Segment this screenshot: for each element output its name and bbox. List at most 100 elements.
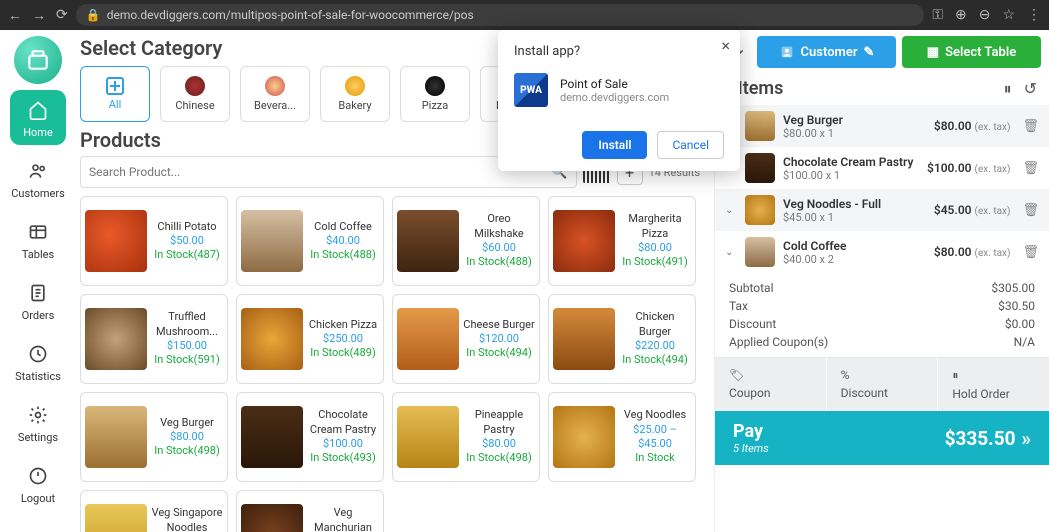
product-name: Cold Coffee bbox=[314, 220, 372, 234]
back-icon[interactable]: ← bbox=[8, 7, 22, 24]
product-image bbox=[85, 210, 147, 272]
product-image bbox=[397, 308, 459, 370]
sidebar-item-label: Home bbox=[23, 126, 53, 139]
product-card[interactable]: Veg Manchurian$30.00 – $50.00 bbox=[236, 490, 384, 532]
pay-button[interactable]: Pay 5 Items $335.50» bbox=[715, 411, 1049, 465]
edit-icon: ✎ bbox=[864, 45, 875, 60]
hold-button[interactable]: ⏸Hold Order bbox=[938, 358, 1049, 411]
category-bakery[interactable]: Bakery bbox=[320, 66, 390, 122]
product-image bbox=[241, 308, 303, 370]
product-image bbox=[241, 504, 303, 532]
cart-item-image bbox=[745, 111, 775, 141]
cart-item[interactable]: ⌄Chocolate Cream Pastry$100.00 x 1$100.0… bbox=[715, 147, 1049, 189]
key-icon[interactable]: ⚿ bbox=[932, 7, 943, 23]
install-icon[interactable]: ⊕ bbox=[955, 7, 967, 23]
sidebar-item-logout[interactable]: Logout bbox=[10, 456, 66, 511]
delete-icon[interactable]: 🗑 bbox=[1022, 203, 1039, 218]
product-card[interactable]: Truffled Mushroom...$150.00In Stock(591) bbox=[80, 294, 228, 384]
star-icon[interactable]: ☆ bbox=[1002, 7, 1015, 23]
zoom-icon[interactable]: ⊖ bbox=[979, 7, 991, 23]
product-image bbox=[553, 308, 615, 370]
sidebar-item-orders[interactable]: Orders bbox=[10, 273, 66, 328]
product-card[interactable]: Margherita Pizza$80.00In Stock(491) bbox=[548, 196, 696, 286]
percent-icon: % bbox=[841, 368, 924, 382]
product-image bbox=[85, 308, 147, 370]
customer-button[interactable]: Customer ✎ bbox=[757, 36, 896, 68]
customers-icon bbox=[24, 157, 52, 185]
product-name: Veg Manchurian bbox=[307, 506, 379, 532]
home-icon bbox=[24, 96, 52, 124]
category-pizza[interactable]: Pizza bbox=[400, 66, 470, 122]
category-icon bbox=[185, 76, 205, 96]
sidebar-item-label: Customers bbox=[11, 187, 65, 200]
product-image bbox=[553, 406, 615, 468]
product-image bbox=[397, 210, 459, 272]
app-logo bbox=[14, 36, 62, 84]
forward-icon[interactable]: → bbox=[32, 7, 46, 24]
sidebar-item-label: Statistics bbox=[15, 370, 61, 383]
product-price: $220.00 bbox=[635, 339, 675, 353]
product-card[interactable]: Chocolate Cream Pastry$100.00In Stock(49… bbox=[236, 392, 384, 482]
product-price: $100.00 bbox=[323, 437, 363, 451]
sidebar-item-tables[interactable]: Tables bbox=[10, 212, 66, 267]
chevron-down-icon[interactable]: ⌄ bbox=[725, 205, 737, 216]
product-name: Truffled Mushroom... bbox=[151, 310, 223, 339]
product-price: $150.00 bbox=[167, 339, 207, 353]
cart-item-image bbox=[745, 195, 775, 225]
category-icon bbox=[345, 76, 365, 96]
totals: Subtotal$305.00 Tax$30.50 Discount$0.00 … bbox=[715, 273, 1049, 357]
discount-button[interactable]: %Discount bbox=[827, 358, 939, 411]
category-beverages[interactable]: Bevera... bbox=[240, 66, 310, 122]
tag-icon: 🏷 bbox=[729, 368, 812, 382]
product-card[interactable]: Chilli Potato$50.00In Stock(487) bbox=[80, 196, 228, 286]
product-name: Oreo Milkshake bbox=[463, 212, 535, 241]
cancel-button[interactable]: Cancel bbox=[657, 131, 724, 159]
url-bar[interactable]: 🔒 demo.devdiggers.com/multipos-point-of-… bbox=[76, 4, 925, 26]
product-card[interactable]: Oreo Milkshake$60.00In Stock(488) bbox=[392, 196, 540, 286]
select-table-button[interactable]: ▦ Select Table bbox=[902, 36, 1041, 68]
product-card[interactable]: Cold Coffee$40.00In Stock(488) bbox=[236, 196, 384, 286]
url-text: demo.devdiggers.com/multipos-point-of-sa… bbox=[107, 8, 474, 22]
sidebar-item-statistics[interactable]: Statistics bbox=[10, 334, 66, 389]
product-card[interactable]: Chicken Burger$220.00In Stock(494) bbox=[548, 294, 696, 384]
product-card[interactable]: Cheese Burger$120.00In Stock(494) bbox=[392, 294, 540, 384]
sidebar-item-home[interactable]: Home bbox=[10, 90, 66, 145]
coupon-button[interactable]: 🏷Coupon bbox=[715, 358, 827, 411]
search-input[interactable] bbox=[89, 165, 551, 179]
delete-icon[interactable]: 🗑 bbox=[1022, 245, 1039, 260]
menu-icon[interactable]: ⋮ bbox=[1027, 7, 1041, 23]
product-stock: In Stock(494) bbox=[466, 346, 532, 360]
product-grid[interactable]: Chilli Potato$50.00In Stock(487)Cold Cof… bbox=[80, 196, 704, 532]
product-card[interactable]: Veg Burger$80.00In Stock(498) bbox=[80, 392, 228, 482]
sidebar-item-customers[interactable]: Customers bbox=[10, 151, 66, 206]
delete-icon[interactable]: 🗑 bbox=[1022, 119, 1039, 134]
orders-icon bbox=[24, 279, 52, 307]
close-icon[interactable]: × bbox=[721, 36, 730, 55]
product-card[interactable]: Veg Singapore Noodles$35.00 – $65.00 bbox=[80, 490, 228, 532]
reset-icon[interactable]: ↺ bbox=[1024, 79, 1037, 99]
pause-icon[interactable]: ⏸ bbox=[1004, 79, 1012, 99]
delete-icon[interactable]: 🗑 bbox=[1022, 161, 1039, 176]
pwa-icon: PWA bbox=[514, 73, 548, 107]
product-name: Margherita Pizza bbox=[619, 212, 691, 241]
chevron-right-icon: » bbox=[1022, 427, 1032, 450]
install-button[interactable]: Install bbox=[582, 131, 647, 159]
cart-item[interactable]: ⌄Cold Coffee$40.00 x 2$80.00 (ex. tax)🗑 bbox=[715, 231, 1049, 273]
browser-bar: ← → ⟳ 🔒 demo.devdiggers.com/multipos-poi… bbox=[0, 0, 1049, 30]
cart-item[interactable]: ⌄Veg Noodles - Full$45.00 x 1$45.00 (ex.… bbox=[715, 189, 1049, 231]
category-chinese[interactable]: Chinese bbox=[160, 66, 230, 122]
sidebar-item-settings[interactable]: Settings bbox=[10, 395, 66, 450]
reload-icon[interactable]: ⟳ bbox=[56, 7, 68, 24]
product-name: Chicken Pizza bbox=[309, 318, 377, 332]
product-card[interactable]: Veg Noodles$25.00 – $45.00In Stock bbox=[548, 392, 696, 482]
category-all[interactable]: All bbox=[80, 66, 150, 122]
product-card[interactable]: Chicken Pizza$250.00In Stock(489) bbox=[236, 294, 384, 384]
cart-item[interactable]: Veg Burger$80.00 x 1$80.00 (ex. tax)🗑 bbox=[715, 105, 1049, 147]
product-card[interactable]: Pineapple Pastry$80.00In Stock(498) bbox=[392, 392, 540, 482]
product-name: Veg Burger bbox=[160, 416, 214, 430]
cart-actions: 🏷Coupon %Discount ⏸Hold Order bbox=[715, 357, 1049, 411]
product-stock: In Stock(498) bbox=[466, 451, 532, 465]
chevron-down-icon[interactable]: ⌄ bbox=[725, 247, 737, 258]
product-name: Chilli Potato bbox=[157, 220, 216, 234]
sidebar-item-label: Logout bbox=[21, 492, 55, 505]
